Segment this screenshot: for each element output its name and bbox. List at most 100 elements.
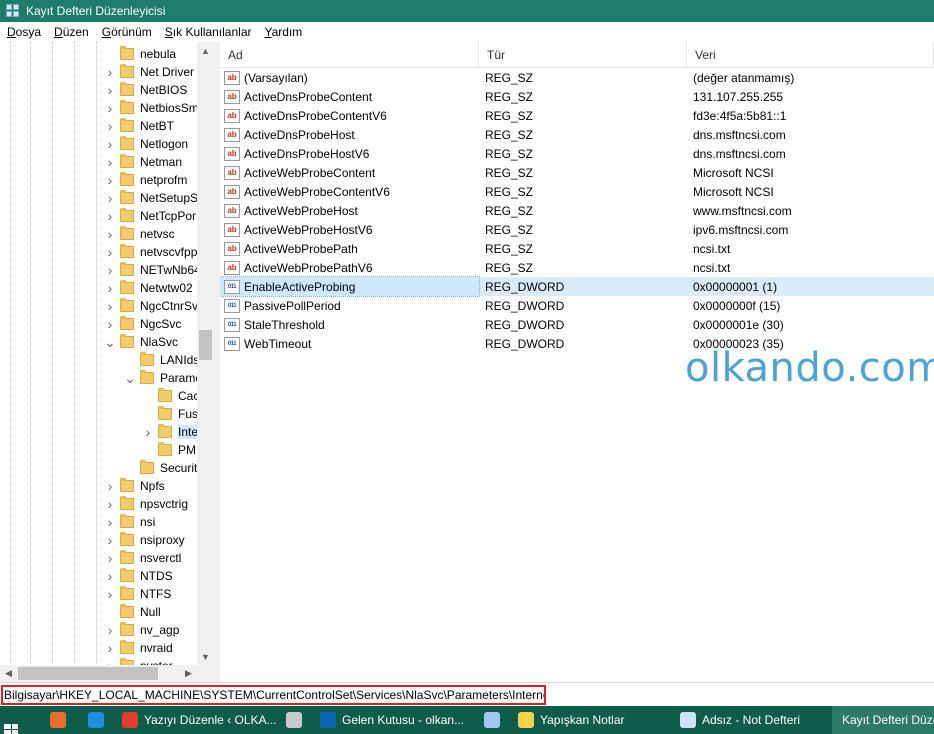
tree-node[interactable]: › NTDS <box>104 567 173 585</box>
tree-node[interactable]: › Net Driver <box>104 63 194 81</box>
registry-value-row[interactable]: ab ActiveWebProbePath REG_SZ ncsi.txt <box>220 239 934 258</box>
chevron-right-icon[interactable]: › <box>104 532 116 548</box>
menu-g-r-n-m[interactable]: Görünüm <box>95 25 158 39</box>
taskbar-item[interactable] <box>46 706 72 734</box>
column-header-type[interactable]: Tür <box>479 42 687 68</box>
tree-node[interactable]: › netvscvfpp <box>104 243 197 261</box>
taskbar-item[interactable] <box>84 706 110 734</box>
column-header-name[interactable]: Ad <box>220 42 479 68</box>
tree-node[interactable]: › Netlogon <box>104 135 188 153</box>
tree-node[interactable]: › NgcSvc <box>104 315 181 333</box>
tree-node[interactable]: › nsiproxy <box>104 531 185 549</box>
tree-node[interactable]: ⌄ Parame <box>124 369 202 387</box>
registry-value-row[interactable]: ab ActiveWebProbePathV6 REG_SZ ncsi.txt <box>220 258 934 277</box>
start-button[interactable] <box>0 706 36 734</box>
scroll-down-arrow-icon[interactable]: ▼ <box>197 648 214 665</box>
chevron-right-icon[interactable]: › <box>104 118 116 134</box>
tree-node[interactable]: › NetBIOS <box>104 81 187 99</box>
tree-node[interactable]: Cac <box>142 387 199 405</box>
tree-node[interactable]: › NetSetupSv <box>104 189 204 207</box>
menu-yard-m[interactable]: Yardım <box>258 25 309 39</box>
tree-node[interactable]: › Netwtw02 <box>104 279 193 297</box>
registry-value-row[interactable]: ab ActiveWebProbeHost REG_SZ www.msftncsi.c… <box>220 201 934 220</box>
chevron-right-icon[interactable]: › <box>104 136 116 152</box>
tree-node[interactable]: › Inte <box>142 423 199 441</box>
tree-vertical-scrollbar[interactable]: ▲ ▼ <box>197 42 214 665</box>
scroll-up-arrow-icon[interactable]: ▲ <box>197 42 214 59</box>
chevron-right-icon[interactable]: › <box>104 244 116 260</box>
taskbar-item[interactable]: Yapışkan Notlar <box>514 706 674 734</box>
chevron-right-icon[interactable]: › <box>104 514 116 530</box>
tree-node[interactable]: › NetBT <box>104 117 174 135</box>
tree-node[interactable]: PM <box>142 441 196 459</box>
registry-value-row[interactable]: 011 StaleThreshold REG_DWORD 0x0000001e (30… <box>220 315 934 334</box>
chevron-right-icon[interactable]: › <box>104 208 116 224</box>
registry-value-row[interactable]: ab ActiveWebProbeContentV6 REG_SZ Microsoft… <box>220 182 934 201</box>
tree-node[interactable]: Security <box>124 459 203 477</box>
menu-dosya[interactable]: Dosya <box>0 25 47 39</box>
chevron-right-icon[interactable]: › <box>104 262 116 278</box>
taskbar-item[interactable]: Yazıyı Düzenle ‹ OLKA... <box>118 706 278 734</box>
chevron-right-icon[interactable]: › <box>104 316 116 332</box>
registry-value-row[interactable]: ab (Varsayılan) REG_SZ (değer atanmamış) <box>220 68 934 87</box>
tree-node[interactable]: › NetTcpPor <box>104 207 196 225</box>
tree-node[interactable]: › Netman <box>104 153 182 171</box>
registry-value-row[interactable]: ab ActiveDnsProbeHostV6 REG_SZ dns.msftncsi… <box>220 144 934 163</box>
taskbar-item[interactable] <box>282 706 308 734</box>
chevron-right-icon[interactable]: › <box>104 298 116 314</box>
chevron-right-icon[interactable]: › <box>104 226 116 242</box>
tree-node[interactable]: › npsvctrig <box>104 495 188 513</box>
tree-node[interactable]: › NTFS <box>104 585 171 603</box>
chevron-down-icon[interactable]: ⌄ <box>124 370 136 386</box>
scroll-right-arrow-icon[interactable]: ▶ <box>180 665 197 682</box>
tree-node[interactable]: nebula <box>104 45 176 63</box>
chevron-right-icon[interactable]: › <box>142 424 154 440</box>
tree-node[interactable]: LANIds <box>124 351 199 369</box>
chevron-right-icon[interactable]: › <box>104 190 116 206</box>
tree-node[interactable]: › NETwNb64 <box>104 261 201 279</box>
chevron-right-icon[interactable]: › <box>104 172 116 188</box>
taskbar-item[interactable]: Kayıt Defteri Düzen... <box>832 706 934 734</box>
chevron-down-icon[interactable]: ⌄ <box>104 334 116 350</box>
chevron-right-icon[interactable]: › <box>104 496 116 512</box>
chevron-right-icon[interactable]: › <box>104 568 116 584</box>
tree-node[interactable]: › netvsc <box>104 225 175 243</box>
registry-value-row[interactable]: ab ActiveDnsProbeContentV6 REG_SZ fd3e:4f5a… <box>220 106 934 125</box>
registry-value-row[interactable]: ab ActiveDnsProbeContent REG_SZ 131.107.255… <box>220 87 934 106</box>
registry-value-row[interactable]: 011 EnableActiveProbing REG_DWORD 0x0000000… <box>220 276 934 297</box>
taskbar-item[interactable] <box>480 706 506 734</box>
scroll-thumb[interactable] <box>18 667 158 680</box>
taskbar-item[interactable]: Gelen Kutusu - olkan... <box>316 706 476 734</box>
chevron-right-icon[interactable]: › <box>104 550 116 566</box>
chevron-right-icon[interactable]: › <box>104 100 116 116</box>
tree-node[interactable]: › nvraid <box>104 639 173 657</box>
tree-node[interactable]: › NetbiosSm <box>104 99 199 117</box>
registry-value-row[interactable]: 011 PassivePollPeriod REG_DWORD 0x0000000f … <box>220 296 934 315</box>
chevron-right-icon[interactable]: › <box>104 154 116 170</box>
registry-value-row[interactable]: ab ActiveWebProbeContent REG_SZ Microsoft N… <box>220 163 934 182</box>
registry-tree[interactable]: nebula › Net Driver › NetBIOS › NetbiosSm › NetB… <box>0 42 214 682</box>
taskbar-item[interactable]: Adsız - Not Defteri <box>676 706 826 734</box>
tree-node[interactable]: › nsverctl <box>104 549 181 567</box>
menu-s-k-kullan-lanlar[interactable]: Sık Kullanılanlar <box>158 25 258 39</box>
chevron-right-icon[interactable]: › <box>104 586 116 602</box>
chevron-right-icon[interactable]: › <box>104 82 116 98</box>
tree-node[interactable]: Null <box>104 603 161 621</box>
tree-node[interactable]: Fus <box>142 405 198 423</box>
scroll-left-arrow-icon[interactable]: ◀ <box>0 665 17 682</box>
tree-node[interactable]: ⌄ NlaSvc <box>104 333 178 351</box>
registry-value-row[interactable]: ab ActiveDnsProbeHost REG_SZ dns.msftncsi.c… <box>220 125 934 144</box>
tree-node[interactable]: › nsi <box>104 513 155 531</box>
tree-horizontal-scrollbar[interactable]: ◀ ▶ <box>0 665 214 682</box>
chevron-right-icon[interactable]: › <box>104 64 116 80</box>
chevron-right-icon[interactable]: › <box>104 280 116 296</box>
chevron-right-icon[interactable]: › <box>104 478 116 494</box>
scroll-thumb[interactable] <box>199 330 212 360</box>
column-header-data[interactable]: Veri <box>687 42 934 68</box>
tree-node[interactable]: › Npfs <box>104 477 165 495</box>
chevron-right-icon[interactable]: › <box>104 622 116 638</box>
chevron-right-icon[interactable]: › <box>104 640 116 656</box>
tree-node[interactable]: › nv_agp <box>104 621 179 639</box>
tree-node[interactable]: › netprofm <box>104 171 187 189</box>
registry-value-row[interactable]: ab ActiveWebProbeHostV6 REG_SZ ipv6.msftncs… <box>220 220 934 239</box>
